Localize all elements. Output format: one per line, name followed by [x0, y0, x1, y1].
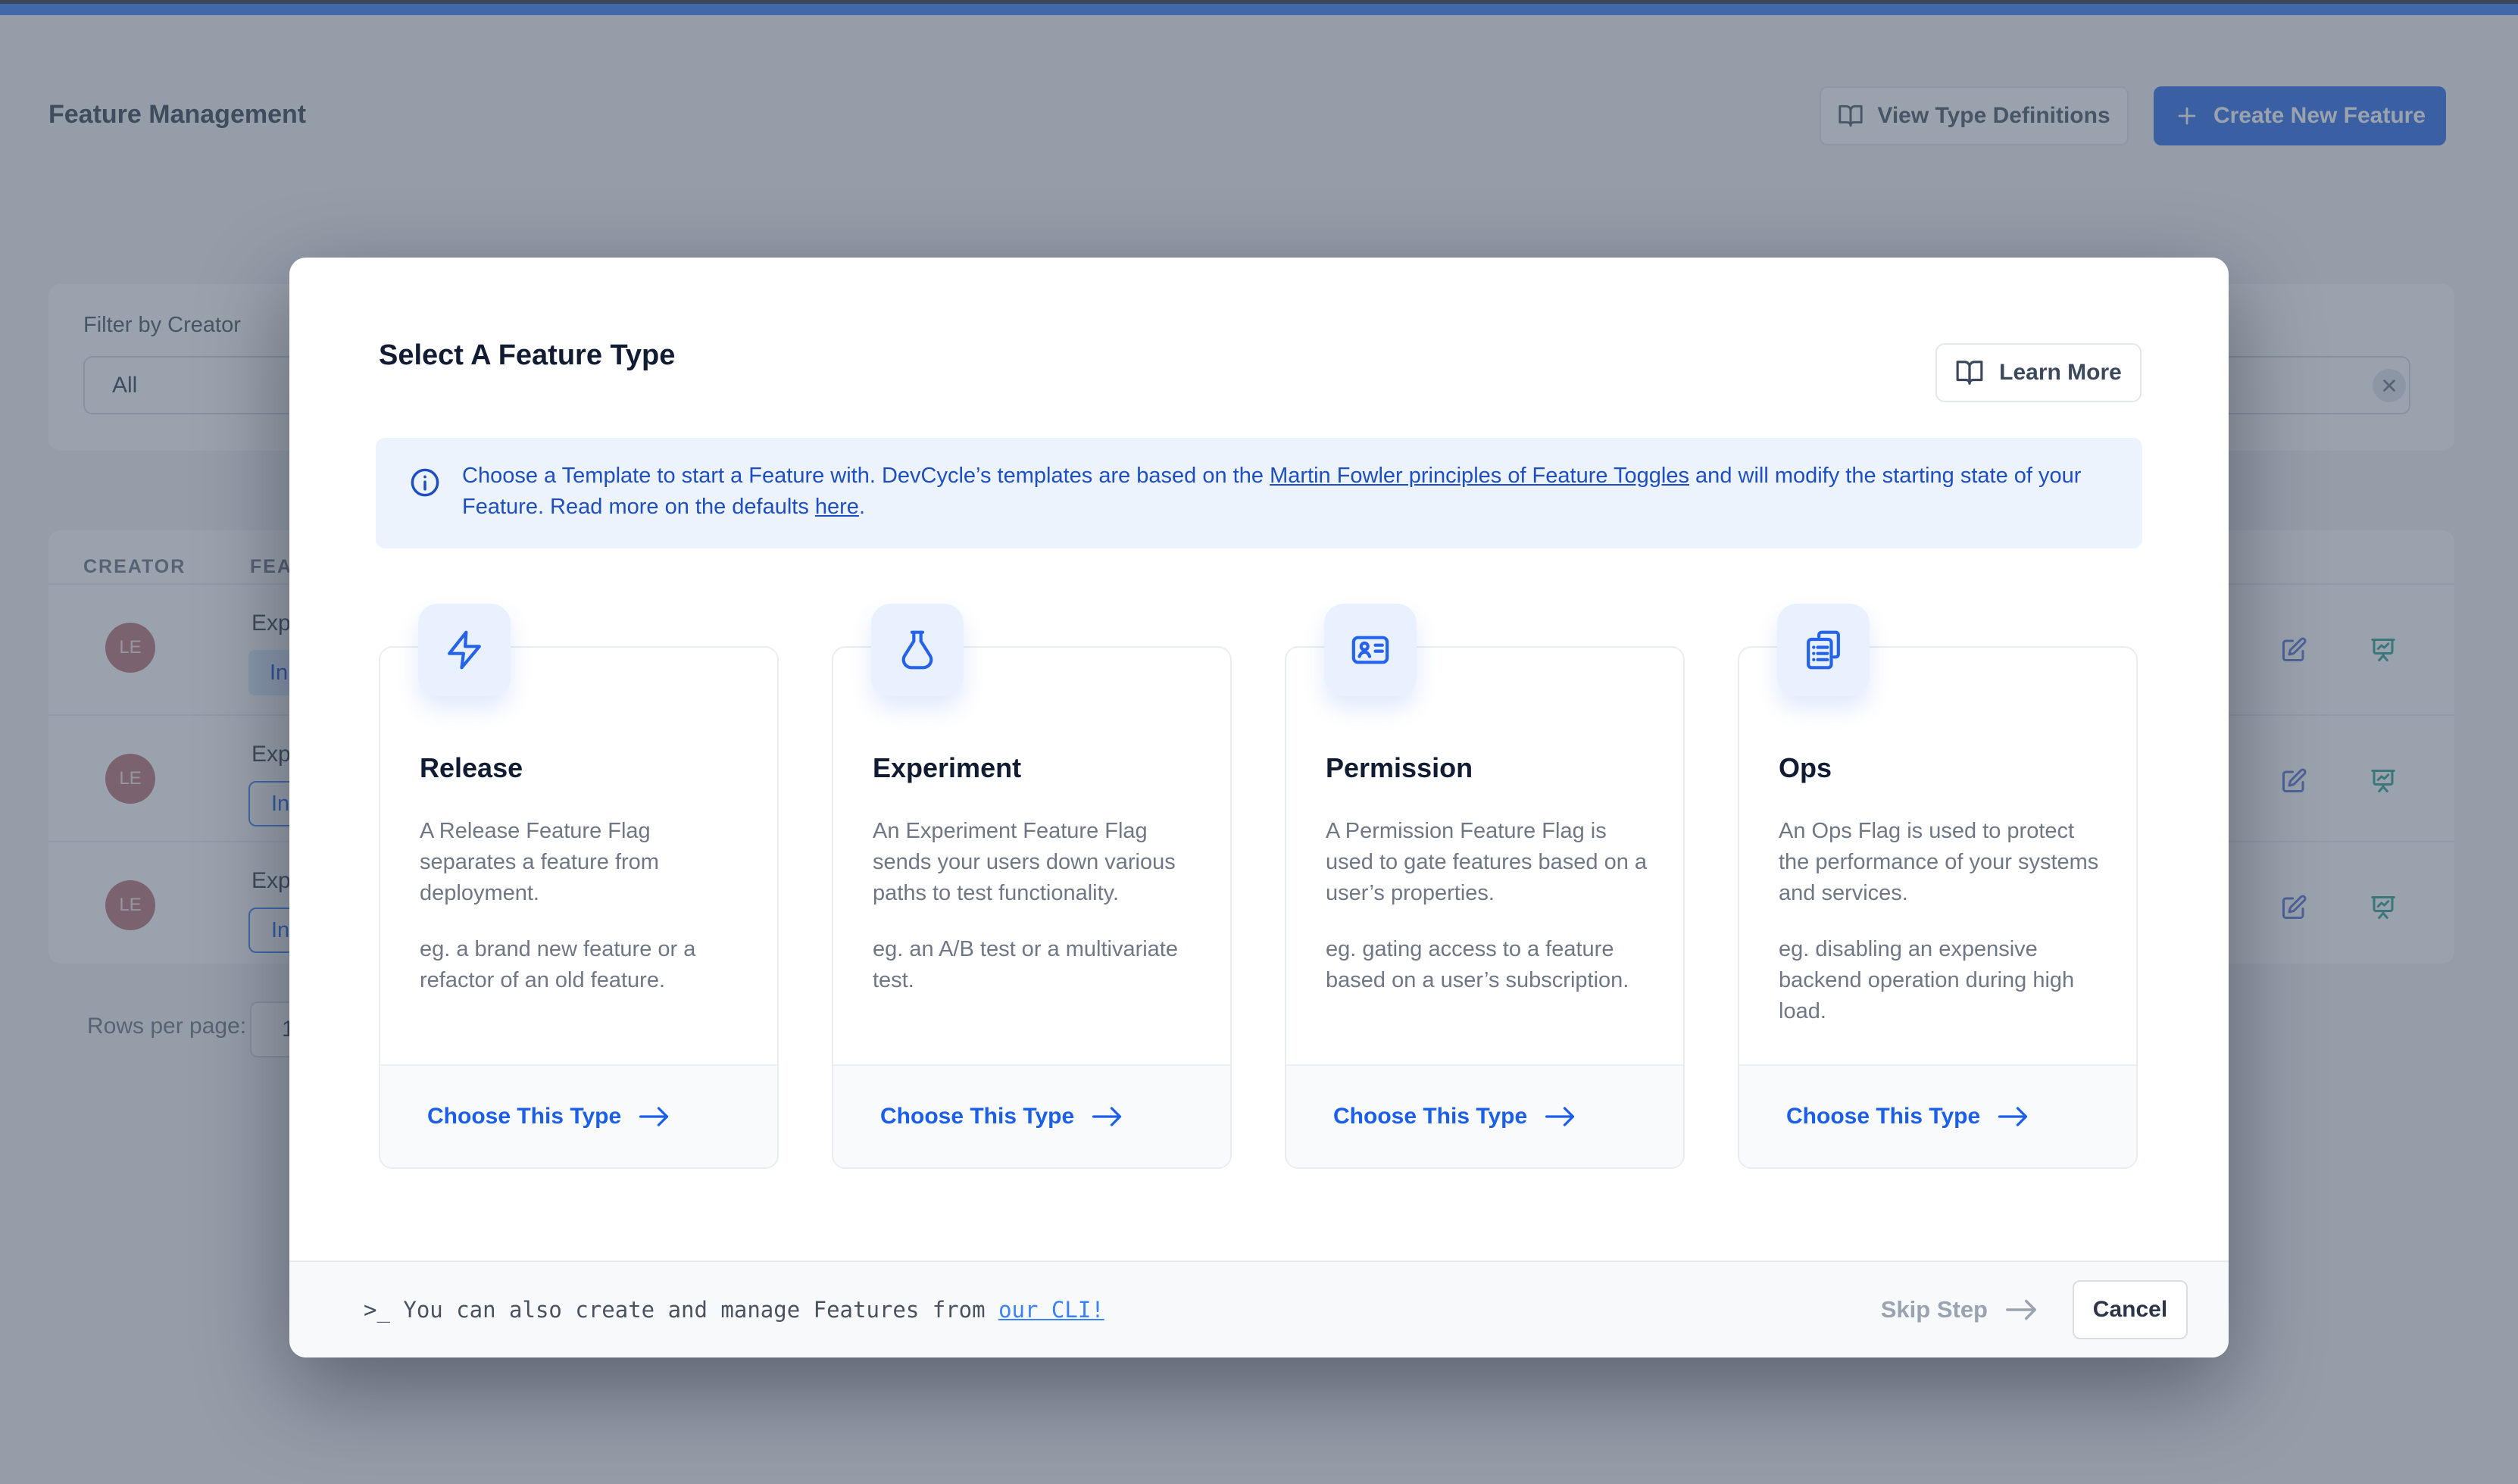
skip-step-label: Skip Step — [1881, 1296, 1988, 1323]
choose-ops-type[interactable]: Choose This Type — [1739, 1064, 2136, 1167]
clipboard-icon — [1802, 629, 1845, 671]
arrow-right-icon — [1544, 1105, 1577, 1128]
card-title: Permission — [1326, 752, 1473, 784]
banner-text: Choose a Template to start a Feature wit… — [462, 461, 2091, 523]
learn-more-button[interactable]: Learn More — [1935, 343, 2142, 402]
cancel-label: Cancel — [2093, 1297, 2167, 1323]
terminal-prompt-icon: >_ — [364, 1297, 390, 1323]
card-description: An Experiment Feature Flag sends your us… — [873, 816, 1200, 909]
ops-icon-box — [1777, 604, 1870, 696]
select-feature-type-modal: Select A Feature Type Learn More Choose … — [289, 258, 2229, 1357]
arrow-right-icon — [1091, 1105, 1124, 1128]
release-icon-box — [418, 604, 511, 696]
card-title: Release — [420, 752, 523, 784]
choose-experiment-type[interactable]: Choose This Type — [833, 1064, 1230, 1167]
template-info-banner: Choose a Template to start a Feature wit… — [376, 438, 2142, 548]
cancel-button[interactable]: Cancel — [2073, 1280, 2188, 1339]
martin-fowler-link[interactable]: Martin Fowler principles of Feature Togg… — [1270, 464, 1689, 488]
screen: Feature Management View Type Definitions… — [0, 0, 2518, 1484]
permission-icon-box — [1324, 604, 1417, 696]
ops-card: Ops An Ops Flag is used to protect the p… — [1738, 646, 2138, 1169]
card-description: An Ops Flag is used to protect the perfo… — [1779, 816, 2106, 909]
id-card-icon — [1349, 629, 1392, 671]
book-open-icon — [1955, 358, 1984, 387]
release-card: Release A Release Feature Flag separates… — [379, 646, 779, 1169]
banner-text-1: Choose a Template to start a Feature wit… — [462, 464, 1270, 488]
arrow-right-icon — [638, 1105, 671, 1128]
card-example: eg. gating access to a feature based on … — [1326, 934, 1653, 996]
banner-text-3: . — [859, 495, 865, 519]
card-example: eg. an A/B test or a multivariate test. — [873, 934, 1200, 996]
lightning-icon — [443, 629, 486, 671]
choose-this-type-label: Choose This Type — [880, 1104, 1074, 1129]
our-cli-link[interactable]: our CLI! — [998, 1297, 1104, 1323]
defaults-here-link[interactable]: here — [815, 495, 859, 519]
card-description: A Permission Feature Flag is used to gat… — [1326, 816, 1653, 909]
card-description: A Release Feature Flag separates a featu… — [420, 816, 747, 909]
learn-more-label: Learn More — [1999, 360, 2122, 386]
choose-this-type-label: Choose This Type — [427, 1104, 621, 1129]
flask-icon — [896, 629, 939, 671]
cli-hint: >_ You can also create and manage Featur… — [364, 1297, 1104, 1323]
info-icon — [409, 467, 441, 498]
card-example: eg. disabling an expensive backend opera… — [1779, 934, 2106, 1027]
choose-permission-type[interactable]: Choose This Type — [1286, 1064, 1683, 1167]
arrow-right-icon — [1997, 1105, 2030, 1128]
choose-this-type-label: Choose This Type — [1333, 1104, 1527, 1129]
modal-footer: >_ You can also create and manage Featur… — [289, 1261, 2229, 1357]
arrow-right-icon — [2004, 1298, 2039, 1322]
card-example: eg. a brand new feature or a refactor of… — [420, 934, 747, 996]
modal-title: Select A Feature Type — [379, 339, 675, 372]
feature-type-cards: Release A Release Feature Flag separates… — [289, 646, 2229, 1169]
card-title: Ops — [1779, 752, 1832, 784]
permission-card: Permission A Permission Feature Flag is … — [1285, 646, 1685, 1169]
choose-release-type[interactable]: Choose This Type — [380, 1064, 777, 1167]
cli-hint-text: You can also create and manage Features … — [390, 1297, 998, 1323]
experiment-card: Experiment An Experiment Feature Flag se… — [832, 646, 1232, 1169]
skip-step-button[interactable]: Skip Step — [1881, 1296, 2039, 1323]
card-title: Experiment — [873, 752, 1021, 784]
experiment-icon-box — [871, 604, 964, 696]
choose-this-type-label: Choose This Type — [1786, 1104, 1980, 1129]
